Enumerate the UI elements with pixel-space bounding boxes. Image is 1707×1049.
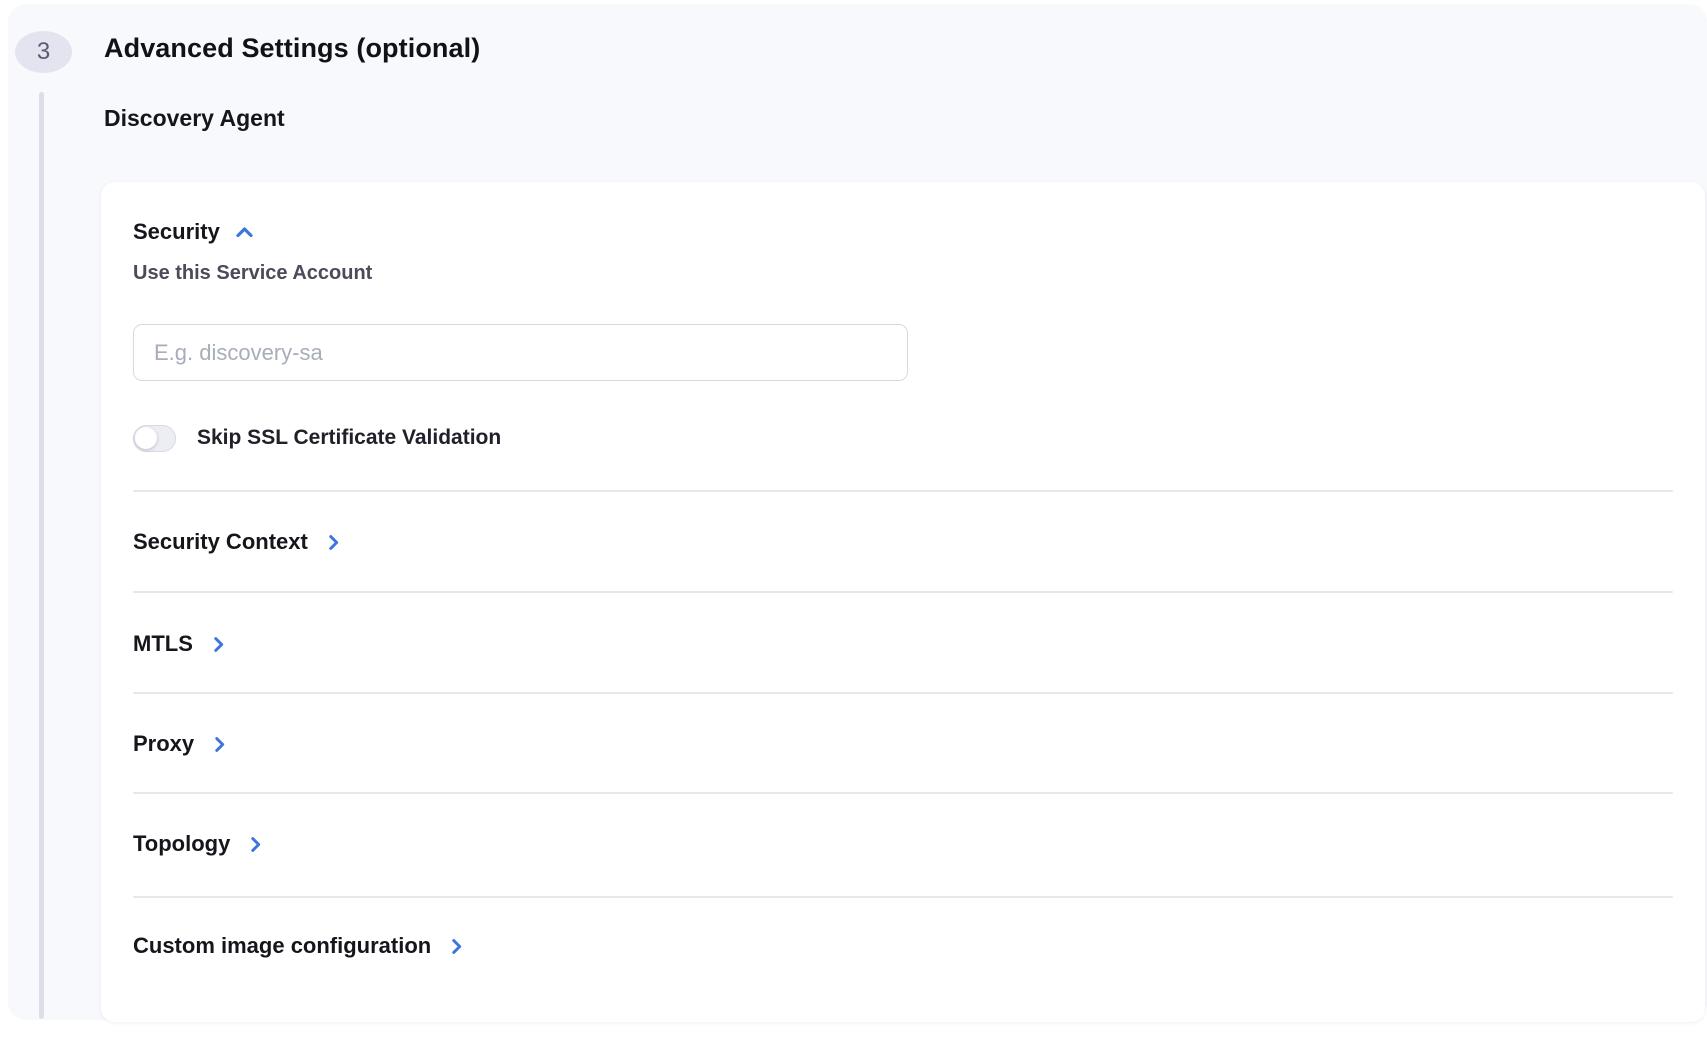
section-label: Proxy (133, 731, 194, 757)
skip-ssl-toggle[interactable] (133, 425, 176, 452)
toggle-knob (135, 427, 157, 449)
section-label: MTLS (133, 631, 193, 657)
service-account-label: Use this Service Account (133, 262, 372, 285)
step-title: Advanced Settings (optional) (104, 33, 480, 64)
chevron-up-icon (233, 221, 256, 244)
step-connector-line (39, 92, 44, 1019)
section-row-custom-image-configuration[interactable]: Custom image configuration (133, 932, 467, 960)
step-number-badge: 3 (15, 31, 72, 73)
section-label: Custom image configuration (133, 933, 431, 959)
advanced-settings-card: Security Use this Service Account Skip S… (101, 182, 1705, 1022)
service-account-input[interactable] (133, 324, 908, 381)
section-row-topology[interactable]: Topology (133, 830, 266, 858)
divider (133, 490, 1673, 492)
section-row-mtls[interactable]: MTLS (133, 630, 229, 658)
divider (133, 792, 1673, 794)
section-label: Security Context (133, 529, 308, 555)
discovery-agent-heading: Discovery Agent (104, 105, 285, 132)
wizard-step-panel: 3 Advanced Settings (optional) Discovery… (8, 4, 1707, 1020)
chevron-right-icon (446, 936, 467, 957)
section-row-proxy[interactable]: Proxy (133, 730, 230, 758)
chevron-right-icon (209, 734, 230, 755)
section-label: Topology (133, 831, 230, 857)
chevron-right-icon (208, 634, 229, 655)
skip-ssl-row: Skip SSL Certificate Validation (133, 424, 501, 452)
security-section-label: Security (133, 219, 220, 245)
skip-ssl-label: Skip SSL Certificate Validation (197, 426, 501, 450)
divider (133, 591, 1673, 593)
divider (133, 692, 1673, 694)
chevron-right-icon (245, 834, 266, 855)
divider (133, 896, 1673, 898)
security-section-toggle[interactable]: Security (133, 218, 256, 246)
section-row-security-context[interactable]: Security Context (133, 528, 344, 556)
step-number: 3 (37, 38, 50, 66)
chevron-right-icon (323, 532, 344, 553)
